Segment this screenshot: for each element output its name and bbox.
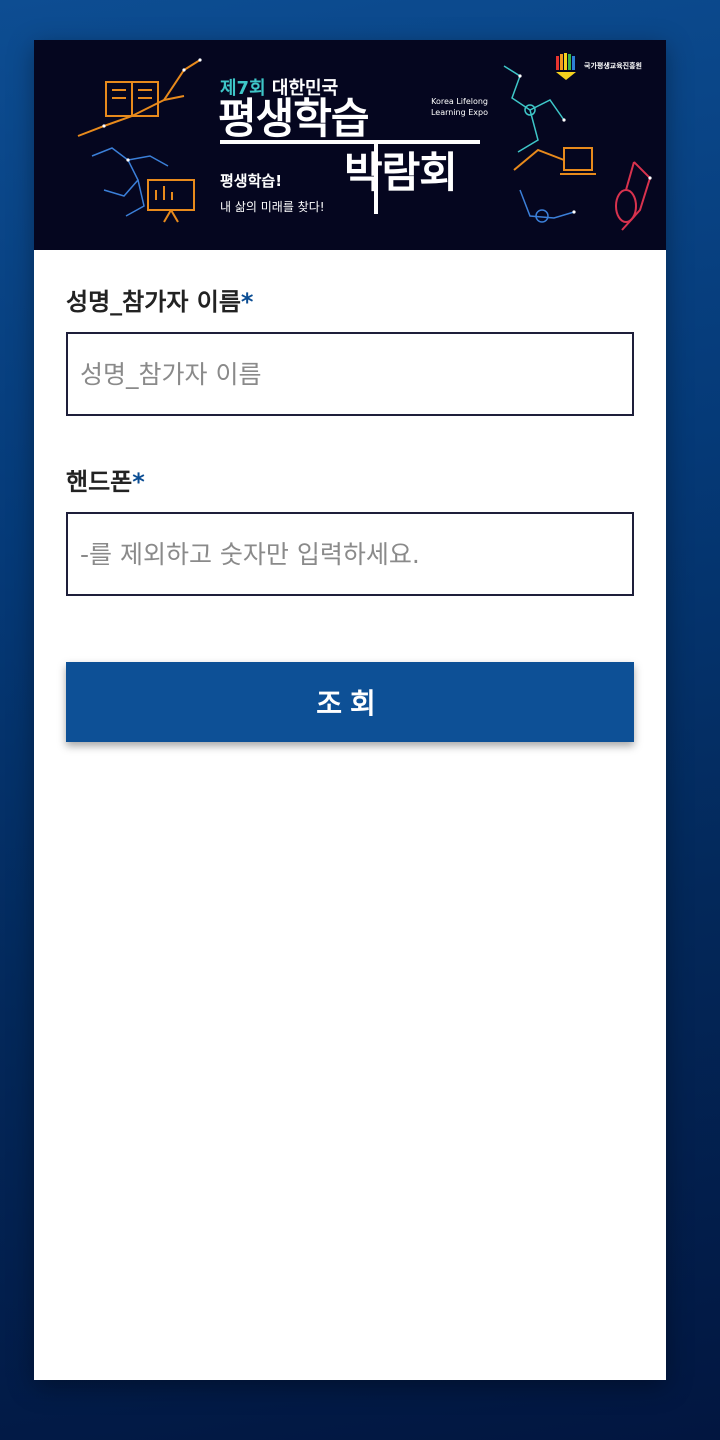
expo-banner: 제7회 대한민국 평생학습 박람회 Korea Lifelong Learnin… [34,40,666,250]
name-label: 성명_참가자 이름* [66,288,254,316]
title-divider [220,140,480,144]
required-mark: * [240,288,254,316]
required-mark: * [132,468,145,496]
lookup-card: 제7회 대한민국 평생학습 박람회 Korea Lifelong Learnin… [34,40,666,1380]
org-name: 국가평생교육진흥원 [584,62,642,70]
name-input[interactable] [66,332,634,416]
expo-subslogan: 내 삶의 미래를 찾다! [220,200,325,214]
expo-title-line1: 평생학습 [218,94,370,143]
search-button[interactable]: 조회 [66,662,634,742]
phone-input[interactable] [66,512,634,596]
expo-english-title: Korea Lifelong Learning Expo [430,97,488,118]
phone-label: 핸드폰* [66,468,145,496]
expo-title-line2: 박람회 [344,148,458,197]
expo-slogan: 평생학습! [220,172,283,190]
